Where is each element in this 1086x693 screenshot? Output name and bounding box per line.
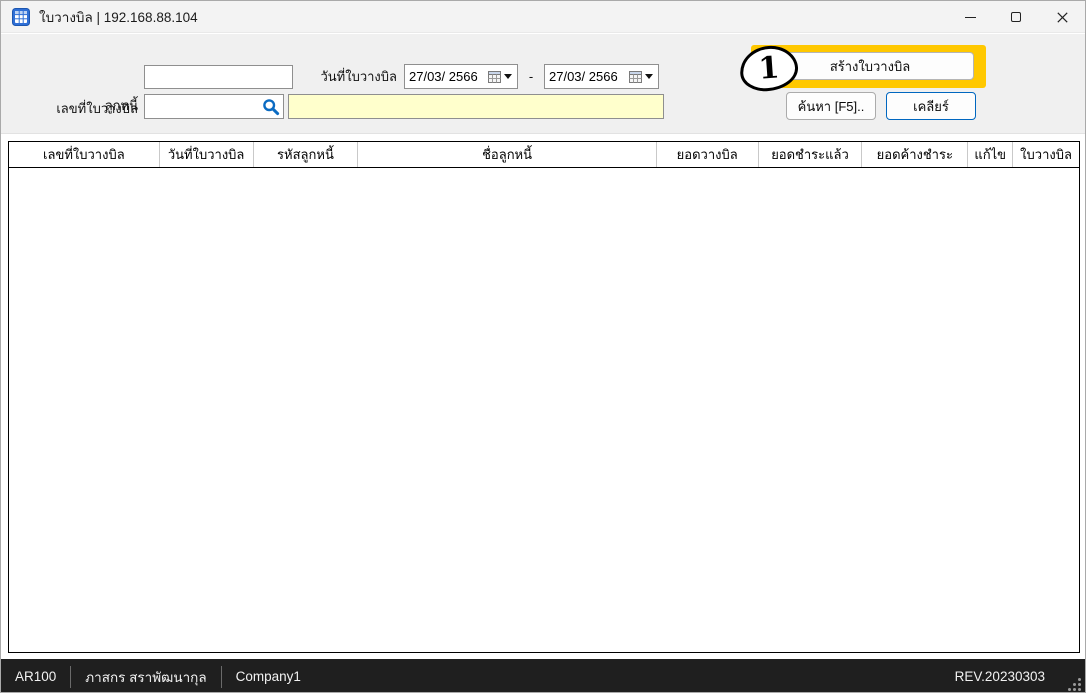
app-grid-icon (12, 7, 30, 26)
statusbar-revision: REV.20230303 (954, 669, 1045, 684)
column-header-7[interactable]: ยอดค้างชำระ (862, 142, 969, 167)
statusbar: AR100 ภาสกร สราพัฒนากุล Company1 REV.202… (1, 659, 1085, 692)
date-range-separator: - (528, 69, 534, 84)
calendar-icon (488, 70, 501, 83)
search-button[interactable]: ค้นหา [F5].. (786, 92, 876, 120)
column-header-6[interactable]: ยอดชำระแล้ว (759, 142, 863, 167)
close-button[interactable] (1039, 1, 1085, 33)
date-to-dropdown[interactable] (629, 70, 658, 83)
minimize-icon (964, 16, 976, 18)
debtor-search-button[interactable] (260, 96, 282, 117)
bills-table: เลขที่ใบวางบิล วันที่ใบวางบิล รหัสลูกหนี้ช… (8, 141, 1080, 653)
chevron-down-icon (504, 74, 512, 79)
window-title: ใบวางบิล | 192.168.88.104 (39, 9, 198, 25)
table-header-row: เลขที่ใบวางบิล วันที่ใบวางบิล รหัสลูกหนี้ช… (9, 142, 1079, 168)
statusbar-company: Company1 (235, 669, 301, 684)
close-icon (1056, 11, 1068, 23)
debtor-label: ลูกหนี้ (104, 98, 138, 113)
table-body (9, 168, 1079, 652)
app-window: ใบวางบิล | 192.168.88.104 เลขที่ใบวางบิล… (0, 0, 1086, 693)
filter-panel: เลขที่ใบวางบิล วันที่ใบวางบิล 27/03/ 256… (1, 34, 1085, 134)
window-controls (947, 1, 1085, 33)
chevron-down-icon (645, 74, 653, 79)
date-to-picker[interactable]: 27/03/ 2566 (544, 64, 659, 89)
date-to-value: 27/03/ 2566 (549, 69, 618, 84)
search-icon (263, 98, 280, 115)
statusbar-module: AR100 (15, 669, 57, 684)
maximize-button[interactable] (993, 1, 1039, 33)
column-header-5[interactable]: ยอดวางบิล (657, 142, 759, 167)
statusbar-user: ภาสกร สราพัฒนากุล (85, 669, 207, 685)
titlebar: ใบวางบิล | 192.168.88.104 (1, 1, 1085, 33)
calendar-icon (629, 70, 642, 83)
column-header-8[interactable]: แก้ไข (968, 142, 1014, 167)
column-header-9[interactable]: ใบวางบิล (1013, 142, 1079, 167)
column-header-2[interactable]: วันที่ใบวางบิล (160, 142, 254, 167)
resize-grip[interactable] (1067, 677, 1081, 691)
date-from-picker[interactable]: 27/03/ 2566 (404, 64, 518, 89)
bill-date-label: วันที่ใบวางบิล (320, 69, 397, 84)
maximize-icon (1011, 12, 1021, 22)
column-header-4[interactable]: ชื่อลูกหนี้ (358, 142, 657, 167)
column-header-3[interactable]: รหัสลูกหนี้ (254, 142, 359, 167)
column-header-1[interactable]: เลขที่ใบวางบิล (9, 142, 160, 167)
date-from-value: 27/03/ 2566 (409, 69, 478, 84)
debtor-name-field[interactable] (288, 94, 664, 119)
date-from-dropdown[interactable] (488, 70, 517, 83)
clear-button[interactable]: เคลียร์ (886, 92, 976, 120)
minimize-button[interactable] (947, 1, 993, 33)
